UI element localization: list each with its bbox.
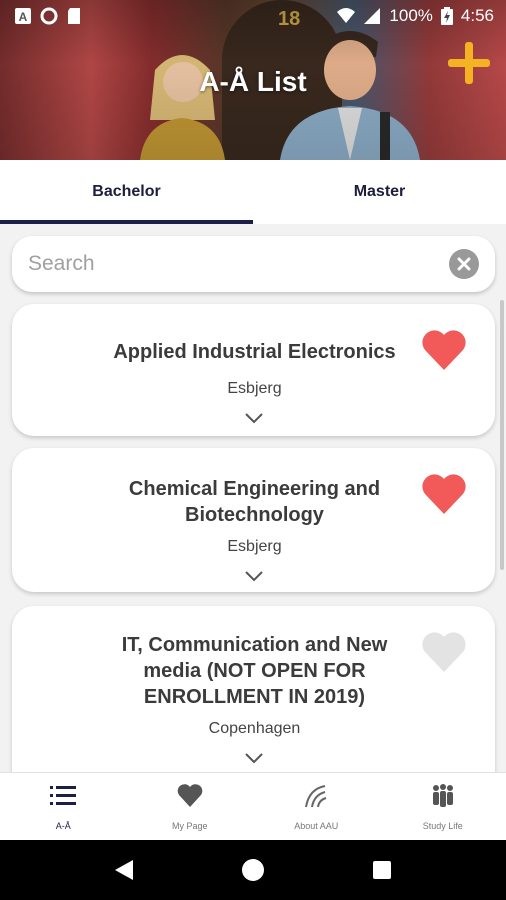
list-item[interactable]: Chemical Engineering and Biotechnology E… <box>12 448 495 592</box>
system-nav-bar <box>0 840 506 900</box>
list-item[interactable]: IT, Communication and New media (NOT OPE… <box>12 606 495 772</box>
bottom-nav: A-Å My Page About AAU Study Life <box>0 772 506 840</box>
circle-icon <box>40 7 58 25</box>
nav-a-a[interactable]: A-Å <box>0 773 127 840</box>
heart-icon <box>177 783 203 807</box>
programme-title: Applied Industrial Electronics <box>113 341 396 363</box>
notification-a-icon: A <box>15 8 31 24</box>
chevron-down-icon[interactable] <box>244 752 264 764</box>
programme-list: Applied Industrial Electronics Esbjerg C… <box>0 302 506 772</box>
programme-location: Esbjerg <box>227 380 282 397</box>
search-bar <box>12 236 495 292</box>
nav-label: Study Life <box>422 820 463 831</box>
home-button[interactable] <box>238 855 268 885</box>
chevron-down-icon[interactable] <box>244 570 264 582</box>
back-button[interactable] <box>109 855 139 885</box>
add-icon[interactable] <box>446 40 492 86</box>
tab-master[interactable]: Master <box>253 160 506 224</box>
nav-study-life[interactable]: Study Life <box>380 773 506 840</box>
back-icon <box>115 860 134 880</box>
nav-label: A-Å <box>55 820 71 831</box>
signal-icon <box>364 8 381 24</box>
aau-logo-icon <box>305 784 327 807</box>
list-icon <box>50 785 77 805</box>
chevron-down-icon[interactable] <box>244 412 264 424</box>
sd-card-icon <box>68 8 80 24</box>
scrollbar[interactable] <box>500 300 504 570</box>
favorite-heart-icon[interactable] <box>420 472 468 516</box>
nav-about-aau[interactable]: About AAU <box>253 773 380 840</box>
nav-my-page[interactable]: My Page <box>127 773 254 840</box>
tab-bachelor-label: Bachelor <box>92 183 161 200</box>
search-input[interactable] <box>28 252 449 276</box>
nav-label: About AAU <box>294 820 339 831</box>
battery-icon <box>440 7 453 25</box>
programme-title: Chemical Engineering and Biotechnology <box>128 478 381 526</box>
tab-bachelor[interactable]: Bachelor <box>0 160 253 224</box>
home-icon <box>241 859 264 881</box>
recents-icon <box>372 861 391 879</box>
clear-icon <box>457 257 471 271</box>
favorite-heart-icon[interactable] <box>420 630 468 674</box>
recents-button[interactable] <box>367 855 397 885</box>
battery-percent: 100% <box>389 6 433 25</box>
degree-tabs: Bachelor Master <box>0 160 506 224</box>
svg-text:A: A <box>19 10 28 24</box>
wifi-icon <box>337 8 356 23</box>
clear-search-button[interactable] <box>449 249 479 279</box>
tab-master-label: Master <box>353 183 406 200</box>
programme-location: Copenhagen <box>208 720 301 737</box>
page-title: A-Å List <box>199 66 307 97</box>
nav-label: My Page <box>171 820 208 831</box>
favorite-heart-icon[interactable] <box>420 328 468 372</box>
people-icon <box>432 783 453 807</box>
programme-location: Esbjerg <box>227 538 282 555</box>
status-bar: A 100% 4:56 <box>0 0 506 32</box>
programme-title: IT, Communication and New media (NOT OPE… <box>121 634 388 708</box>
clock: 4:56 <box>460 6 494 25</box>
list-item[interactable]: Applied Industrial Electronics Esbjerg <box>12 304 495 436</box>
